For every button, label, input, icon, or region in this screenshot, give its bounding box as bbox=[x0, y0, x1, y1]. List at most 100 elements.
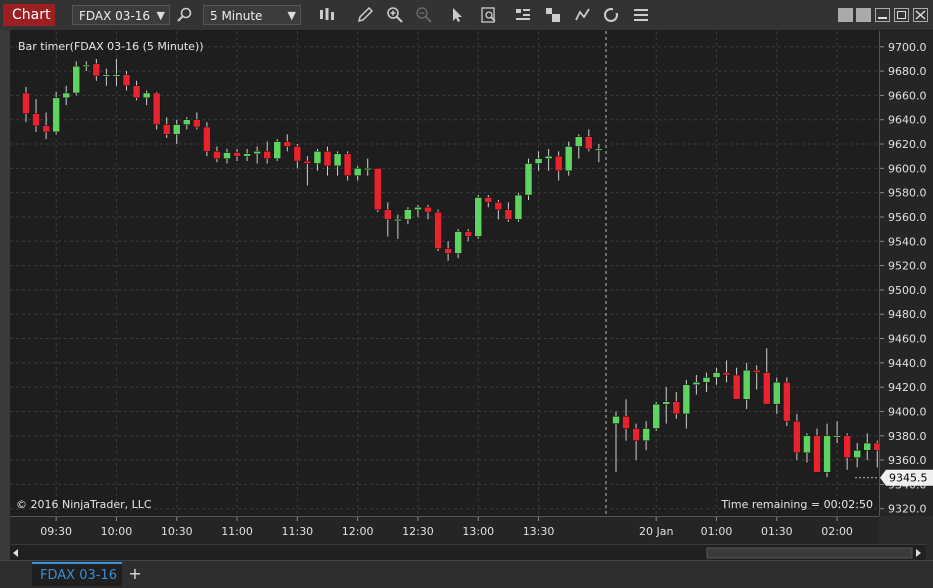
zoom-out-icon[interactable] bbox=[415, 6, 433, 24]
candle bbox=[833, 421, 841, 444]
data-box-icon[interactable] bbox=[480, 6, 498, 24]
price-tick-label: 9580.0 bbox=[888, 187, 927, 200]
candle bbox=[763, 348, 771, 405]
candle-body bbox=[454, 231, 462, 254]
pointer-icon[interactable] bbox=[448, 6, 466, 24]
candle bbox=[414, 204, 422, 217]
indicators-icon[interactable] bbox=[514, 6, 532, 24]
add-tab-button[interactable]: + bbox=[125, 562, 145, 586]
candle bbox=[363, 158, 372, 176]
candle-body bbox=[742, 369, 751, 400]
time-axis[interactable]: 09:30 10:00 10:30 11:00 11:30 12:00 12:30 13:00… bbox=[10, 516, 879, 545]
candle bbox=[783, 377, 791, 427]
candle bbox=[514, 192, 523, 222]
candle bbox=[193, 112, 201, 130]
candle-body bbox=[722, 372, 731, 376]
tile-window-icon[interactable] bbox=[838, 8, 853, 22]
candle-body bbox=[122, 74, 131, 86]
candle-body bbox=[863, 442, 871, 451]
instrument-value: FDAX 03-16 bbox=[79, 9, 151, 23]
candle bbox=[82, 61, 91, 72]
minimize-button[interactable] bbox=[875, 8, 890, 22]
candle-body bbox=[813, 435, 821, 473]
candle bbox=[313, 148, 322, 171]
candle bbox=[283, 134, 292, 152]
candle-body bbox=[662, 401, 670, 405]
candle bbox=[682, 379, 691, 429]
candle-body bbox=[374, 168, 382, 210]
restore-icon[interactable] bbox=[856, 8, 871, 22]
chevron-down-icon: ▼ bbox=[156, 9, 165, 22]
candle-body bbox=[514, 194, 523, 220]
candle bbox=[323, 146, 332, 176]
chart-window-tab[interactable]: Chart bbox=[3, 4, 55, 26]
candle bbox=[62, 85, 70, 106]
price-tick-label: 9480.0 bbox=[888, 308, 927, 321]
candle bbox=[524, 158, 533, 200]
candle-body bbox=[544, 155, 553, 159]
candle bbox=[612, 411, 620, 473]
chart-panel[interactable]: Bar timer(FDAX 03-16 (5 Minute)) © 2016 … bbox=[10, 31, 902, 516]
time-tick-label: 01:30 bbox=[761, 525, 793, 538]
candle-body bbox=[652, 403, 660, 429]
time-tick-label: 10:00 bbox=[101, 525, 133, 538]
draw-pencil-icon[interactable] bbox=[356, 6, 374, 24]
candle bbox=[692, 374, 701, 395]
candle-body bbox=[72, 66, 80, 94]
price-tick-label: 9700.0 bbox=[888, 41, 927, 54]
candle bbox=[394, 214, 402, 239]
refresh-icon[interactable] bbox=[602, 6, 620, 24]
search-icon[interactable] bbox=[176, 6, 194, 24]
scrollbar-thumb[interactable] bbox=[706, 547, 913, 559]
candle bbox=[823, 423, 831, 478]
scroll-left-arrow-icon[interactable] bbox=[13, 549, 18, 557]
candle bbox=[732, 367, 741, 400]
candle-body bbox=[213, 151, 221, 159]
candle bbox=[434, 209, 442, 252]
price-tick-label: 9620.0 bbox=[888, 138, 927, 151]
interval-selector[interactable]: 5 Minute ▼ bbox=[203, 5, 301, 25]
bar-type-icon[interactable] bbox=[318, 6, 336, 24]
price-tick-label: 9560.0 bbox=[888, 211, 927, 224]
candle-body bbox=[434, 211, 442, 249]
zoom-in-icon[interactable] bbox=[386, 6, 404, 24]
horizontal-scrollbar[interactable] bbox=[10, 544, 926, 561]
chart-trader-icon[interactable] bbox=[574, 6, 592, 24]
price-tick-label: 9500.0 bbox=[888, 284, 927, 297]
candle bbox=[42, 112, 50, 140]
candle bbox=[454, 229, 462, 259]
candle bbox=[72, 61, 80, 96]
candle bbox=[213, 146, 221, 163]
candle bbox=[622, 399, 630, 441]
maximize-button[interactable] bbox=[894, 8, 909, 22]
indicator-label: Bar timer(FDAX 03-16 (5 Minute)) bbox=[18, 40, 204, 53]
close-button[interactable] bbox=[913, 8, 928, 22]
candle-body bbox=[504, 209, 513, 220]
price-tick-label: 9380.0 bbox=[888, 430, 927, 443]
candle-body bbox=[682, 384, 691, 415]
candle bbox=[384, 202, 392, 237]
candle-body bbox=[42, 125, 50, 133]
candle bbox=[263, 141, 271, 164]
candle-body bbox=[152, 92, 161, 125]
price-axis[interactable]: 9700.0 9680.0 9660.0 9640.0 9620.0 9600.0 9580… bbox=[879, 31, 933, 516]
candle-body bbox=[823, 435, 831, 473]
strategies-icon[interactable] bbox=[544, 6, 562, 24]
properties-icon[interactable] bbox=[632, 6, 650, 24]
candle bbox=[712, 367, 721, 385]
candle bbox=[404, 207, 412, 225]
candle-body bbox=[474, 197, 482, 237]
candle bbox=[303, 156, 312, 186]
time-tick-label: 20 Jan bbox=[639, 525, 673, 538]
candle-body bbox=[333, 153, 342, 167]
candle-body bbox=[524, 163, 533, 196]
candle-body bbox=[672, 401, 681, 415]
candle-body bbox=[414, 207, 422, 210]
candle-body bbox=[162, 124, 171, 135]
tab-fdax[interactable]: FDAX 03-16 bbox=[32, 562, 122, 586]
candle-body bbox=[803, 435, 811, 454]
scroll-right-arrow-icon[interactable] bbox=[916, 549, 921, 557]
instrument-selector[interactable]: FDAX 03-16 ▼ bbox=[72, 5, 170, 25]
candle bbox=[374, 168, 382, 213]
candle bbox=[464, 229, 472, 242]
